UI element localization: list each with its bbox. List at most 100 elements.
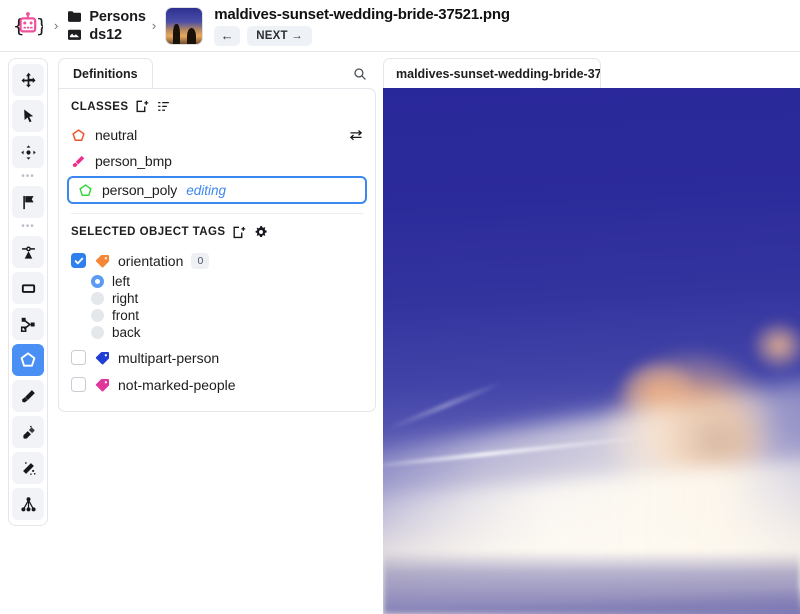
definitions-search-button[interactable] — [346, 60, 374, 88]
tag-row-not-marked-people[interactable]: not-marked-people — [59, 372, 375, 397]
tag-count-orientation: 0 — [191, 252, 210, 269]
image-thumbnail[interactable] — [165, 6, 204, 45]
classes-sort-button[interactable] — [157, 100, 170, 113]
sort-icon — [158, 101, 170, 111]
tag-option-left[interactable]: left — [59, 273, 375, 290]
tags-settings-button[interactable] — [254, 225, 268, 239]
tag-option-label-right: right — [112, 291, 139, 306]
tags-add-button[interactable] — [233, 226, 246, 239]
brush-icon — [21, 389, 35, 402]
tools-divider-1: ••• — [21, 171, 35, 182]
app-logo[interactable]: { } — [8, 6, 48, 46]
tools-sidebar: ••• ••• — [8, 58, 48, 526]
pentagon-outline-icon — [72, 128, 85, 141]
class-label-person-poly: person_poly — [102, 182, 178, 198]
tag-option-label-front: front — [112, 308, 140, 323]
add-to-board-icon — [136, 100, 149, 113]
class-swap-button[interactable] — [349, 129, 363, 141]
tag-icon — [95, 351, 109, 365]
rectangle-icon — [21, 283, 35, 293]
top-bar: { } › Persons — [0, 0, 800, 52]
breadcrumb-label-persons: Persons — [89, 8, 146, 25]
thumbnail-figure-1 — [173, 23, 181, 44]
class-row-person-poly[interactable]: person_poly editing — [67, 176, 367, 204]
next-image-button[interactable]: NEXT → — [247, 25, 312, 46]
tool-drag[interactable] — [12, 136, 44, 168]
graph-nodes-icon — [20, 496, 36, 511]
tag-checkbox-multipart-person[interactable] — [71, 350, 86, 365]
radio-front[interactable] — [91, 309, 104, 322]
image-nav: ← NEXT → — [214, 25, 510, 46]
class-row-person-bmp[interactable]: person_bmp — [59, 148, 375, 174]
radio-right[interactable] — [91, 292, 104, 305]
tool-flag[interactable] — [12, 186, 44, 218]
tab-definitions[interactable]: Definitions — [58, 58, 153, 88]
tag-label-multipart-person: multipart-person — [118, 349, 220, 366]
tool-eraser[interactable] — [12, 416, 44, 448]
tag-icon — [95, 254, 109, 268]
tool-brush[interactable] — [12, 380, 44, 412]
swap-arrows-icon — [349, 129, 363, 141]
tag-option-right[interactable]: right — [59, 290, 375, 307]
prev-image-button[interactable]: ← — [214, 25, 241, 46]
tool-rectangle[interactable] — [12, 272, 44, 304]
check-icon — [74, 257, 83, 264]
dataset-icon — [68, 29, 82, 40]
folder-icon — [68, 11, 82, 22]
tags-title: SELECTED OBJECT TAGS — [71, 226, 226, 238]
drag-handle-icon — [20, 144, 36, 160]
tag-icon — [95, 378, 109, 392]
tool-select[interactable] — [12, 100, 44, 132]
tool-magic-wand[interactable] — [12, 452, 44, 484]
radio-left[interactable] — [91, 275, 104, 288]
class-label-neutral: neutral — [95, 127, 138, 143]
thumbnail-sky — [166, 7, 203, 44]
breadcrumb-item-ds12[interactable]: ds12 — [67, 27, 146, 43]
tag-option-label-back: back — [112, 325, 141, 340]
tool-polygon[interactable] — [12, 344, 44, 376]
tag-checkbox-orientation[interactable] — [71, 253, 86, 268]
tags-section-header: SELECTED OBJECT TAGS — [59, 225, 375, 239]
horizon-band — [383, 550, 800, 614]
breadcrumb-separator-1: › — [54, 18, 59, 33]
point-marker-icon — [21, 246, 35, 259]
tag-row-multipart-person[interactable]: multipart-person — [59, 345, 375, 370]
tool-pan[interactable] — [12, 64, 44, 96]
magic-wand-icon — [22, 461, 36, 475]
tag-row-orientation[interactable]: orientation 0 — [59, 248, 375, 273]
definitions-body: CLASSES neutral person_bmp person_poly e… — [58, 88, 376, 412]
tag-label-orientation: orientation — [118, 252, 184, 269]
classes-add-button[interactable] — [136, 100, 149, 113]
tag-option-back[interactable]: back — [59, 324, 375, 341]
gear-icon — [256, 225, 268, 237]
image-canvas[interactable] — [383, 88, 800, 614]
breadcrumb-item-persons[interactable]: Persons — [67, 9, 146, 25]
tab-image-file[interactable]: maldives-sunset-wedding-bride-37… — [383, 58, 601, 88]
tag-label-not-marked-people: not-marked-people — [118, 376, 236, 393]
tag-checkbox-not-marked-people[interactable] — [71, 377, 86, 392]
class-row-neutral[interactable]: neutral — [59, 122, 375, 148]
breadcrumb-separator-2: › — [151, 18, 157, 33]
search-icon — [354, 68, 366, 80]
radio-back[interactable] — [91, 326, 104, 339]
definitions-panel: Definitions CLASSES neutral person_bmp p… — [58, 58, 376, 412]
cursor-arrow-icon — [23, 109, 33, 122]
brush-icon — [72, 155, 85, 167]
breadcrumb: Persons ds12 — [67, 9, 146, 43]
tool-point[interactable] — [12, 236, 44, 268]
tag-option-label-left: left — [112, 274, 131, 289]
pentagon-outline-icon — [79, 183, 92, 196]
image-tabstrip: maldives-sunset-wedding-bride-37… — [383, 58, 800, 88]
tag-option-front[interactable]: front — [59, 307, 375, 324]
app-root: { } › Persons — [0, 0, 800, 614]
page-title: maldives-sunset-wedding-bride-37521.png — [214, 5, 510, 23]
tool-graph[interactable] — [12, 488, 44, 520]
file-title-block: maldives-sunset-wedding-bride-37521.png … — [214, 6, 510, 46]
svg-text:}: } — [36, 15, 43, 37]
definitions-tabstrip: Definitions — [58, 58, 376, 88]
classes-section-header: CLASSES — [59, 100, 375, 113]
tools-divider-2: ••• — [21, 221, 35, 232]
move-arrows-icon — [21, 72, 35, 87]
tool-polyline[interactable] — [12, 308, 44, 340]
class-editing-state: editing — [186, 182, 226, 198]
